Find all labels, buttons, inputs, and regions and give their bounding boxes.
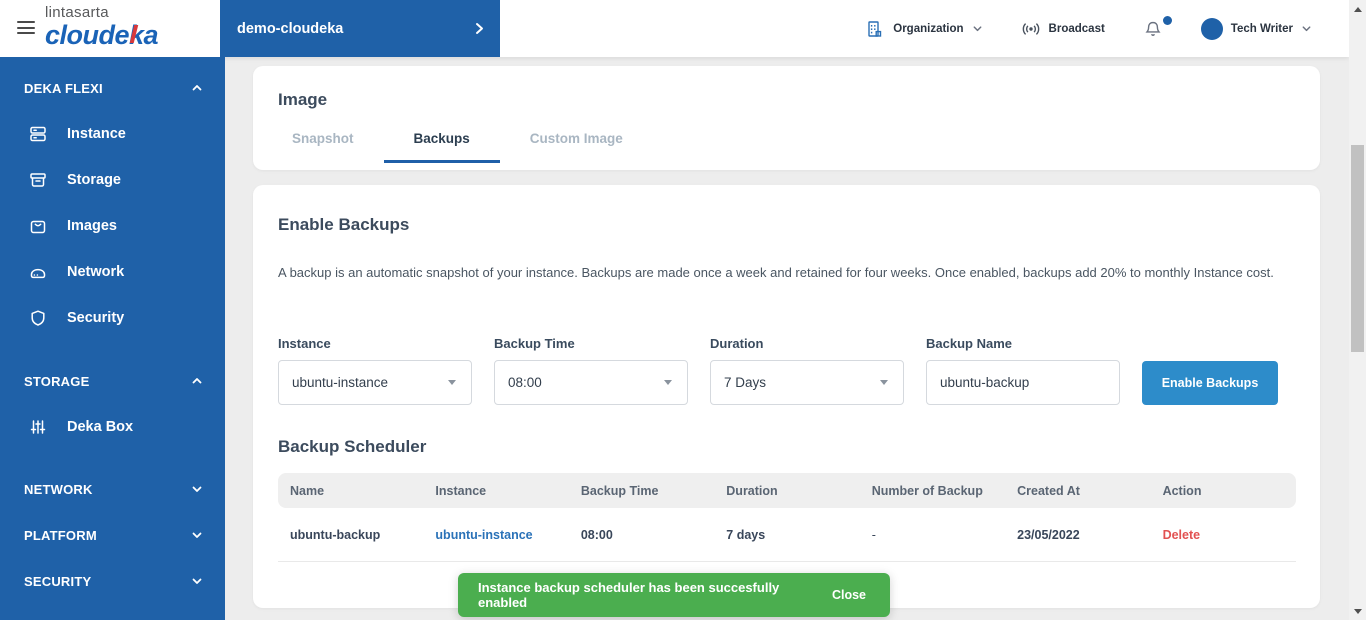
- table-row: ubuntu-backup ubuntu-instance 08:00 7 da…: [278, 508, 1296, 562]
- chevron-down-icon: [191, 529, 203, 541]
- instance-label: Instance: [278, 336, 472, 351]
- backup-name-field: Backup Name: [926, 336, 1120, 405]
- sidebar-item-network[interactable]: Network: [0, 249, 225, 295]
- sidebar-section-platform[interactable]: PLATFORM: [0, 512, 225, 558]
- toast-close-button[interactable]: Close: [832, 588, 866, 602]
- user-menu[interactable]: Tech Writer: [1201, 18, 1312, 40]
- toast-message: Instance backup scheduler has been succe…: [478, 580, 832, 610]
- avatar: [1201, 18, 1223, 40]
- sidebar-section-network[interactable]: NETWORK: [0, 466, 225, 512]
- page-title: Image: [278, 90, 1295, 110]
- notification-dot: [1163, 16, 1172, 25]
- cell-duration: 7 days: [714, 528, 859, 542]
- bag-icon: [28, 216, 48, 236]
- chevron-right-icon: [472, 21, 487, 36]
- hamburger-menu-icon[interactable]: [17, 21, 35, 38]
- duration-field: Duration 7 Days: [710, 336, 904, 405]
- archive-box-icon: [28, 170, 48, 190]
- project-name: demo-cloudeka: [237, 21, 343, 37]
- sidebar: DEKA FLEXI Instance Storage: [0, 57, 225, 620]
- chevron-up-icon: [191, 375, 203, 387]
- bell-icon: [1143, 19, 1163, 39]
- main-content: Image Snapshot Backups Custom Image Enab…: [225, 57, 1349, 620]
- scroll-up-arrow-icon[interactable]: [1349, 1, 1366, 17]
- backups-description: A backup is an automatic snapshot of you…: [278, 265, 1295, 280]
- brand-k-accent: k: [129, 22, 144, 49]
- router-icon: [28, 262, 48, 282]
- cell-name: ubuntu-backup: [278, 528, 423, 542]
- caret-down-icon: [448, 380, 456, 385]
- sidebar-item-storage[interactable]: Storage: [0, 157, 225, 203]
- top-bar: lintasarta cloudeka Organization: [0, 0, 1349, 57]
- chevron-up-icon: [191, 82, 203, 94]
- scroll-down-arrow-icon[interactable]: [1349, 603, 1366, 619]
- enable-backups-title: Enable Backups: [278, 215, 1295, 235]
- backups-card: Enable Backups A backup is an automatic …: [253, 185, 1320, 608]
- success-toast: Instance backup scheduler has been succe…: [458, 573, 890, 617]
- brand-product: cloudeka: [45, 22, 158, 49]
- caret-down-icon: [880, 380, 888, 385]
- instance-select[interactable]: ubuntu-instance: [278, 360, 472, 405]
- col-action: Action: [1151, 484, 1296, 498]
- caret-down-icon: [664, 380, 672, 385]
- cell-created-at: 23/05/2022: [1005, 528, 1150, 542]
- col-instance: Instance: [423, 484, 568, 498]
- chevron-down-icon: [1301, 23, 1312, 34]
- backup-time-label: Backup Time: [494, 336, 688, 351]
- sliders-icon: [28, 417, 48, 437]
- broadcast-icon: [1021, 19, 1041, 39]
- enable-backups-button[interactable]: Enable Backups: [1142, 361, 1278, 405]
- backup-name-label: Backup Name: [926, 336, 1120, 351]
- table-header-row: Name Instance Backup Time Duration Numbe…: [278, 473, 1296, 508]
- image-card: Image Snapshot Backups Custom Image: [253, 66, 1320, 170]
- sidebar-section-storage[interactable]: STORAGE: [0, 358, 225, 404]
- sidebar-section-deka-flexi[interactable]: DEKA FLEXI: [0, 65, 225, 111]
- delete-button[interactable]: Delete: [1151, 528, 1296, 542]
- backup-time-field: Backup Time 08:00: [494, 336, 688, 405]
- cell-instance-link[interactable]: ubuntu-instance: [423, 528, 568, 542]
- brand-logo: lintasarta cloudeka: [45, 5, 158, 49]
- shield-icon: [28, 308, 48, 328]
- tab-custom-image[interactable]: Custom Image: [500, 131, 653, 163]
- broadcast-label: Broadcast: [1049, 23, 1105, 35]
- notifications-button[interactable]: [1143, 19, 1163, 39]
- instance-field: Instance ubuntu-instance: [278, 336, 472, 405]
- organization-menu[interactable]: Organization: [865, 19, 982, 39]
- tab-backups[interactable]: Backups: [384, 131, 500, 163]
- duration-label: Duration: [710, 336, 904, 351]
- user-name: Tech Writer: [1231, 23, 1293, 35]
- chevron-down-icon: [972, 23, 983, 34]
- backup-scheduler-table: Name Instance Backup Time Duration Numbe…: [278, 473, 1296, 562]
- col-created-at: Created At: [1005, 484, 1150, 498]
- sidebar-item-images[interactable]: Images: [0, 203, 225, 249]
- organization-label: Organization: [893, 23, 963, 35]
- sidebar-item-instance[interactable]: Instance: [0, 111, 225, 157]
- project-switcher[interactable]: demo-cloudeka: [220, 0, 500, 57]
- chevron-down-icon: [191, 483, 203, 495]
- server-icon: [28, 124, 48, 144]
- duration-select[interactable]: 7 Days: [710, 360, 904, 405]
- topbar-actions: Organization Broadcast: [865, 0, 1312, 57]
- tab-snapshot[interactable]: Snapshot: [262, 131, 384, 163]
- building-icon: [865, 19, 885, 39]
- col-backup-time: Backup Time: [569, 484, 714, 498]
- image-tabs: Snapshot Backups Custom Image: [262, 131, 1295, 163]
- backup-name-input[interactable]: [926, 360, 1120, 405]
- scrollbar-thumb[interactable]: [1351, 145, 1364, 352]
- col-name: Name: [278, 484, 423, 498]
- col-duration: Duration: [714, 484, 859, 498]
- col-number-of-backup: Number of Backup: [860, 484, 1005, 498]
- cell-number-of-backup: -: [860, 528, 1005, 542]
- sidebar-section-security[interactable]: SECURITY: [0, 558, 225, 604]
- vertical-scrollbar[interactable]: [1349, 0, 1366, 620]
- backup-scheduler-title: Backup Scheduler: [278, 437, 1295, 457]
- cell-backup-time: 08:00: [569, 528, 714, 542]
- backup-time-select[interactable]: 08:00: [494, 360, 688, 405]
- broadcast-menu[interactable]: Broadcast: [1021, 19, 1105, 39]
- chevron-down-icon: [191, 575, 203, 587]
- sidebar-item-deka-box[interactable]: Deka Box: [0, 404, 225, 450]
- sidebar-item-security[interactable]: Security: [0, 295, 225, 341]
- brand-company: lintasarta: [45, 5, 158, 20]
- backup-form: Instance ubuntu-instance Backup Time 08:…: [278, 336, 1295, 405]
